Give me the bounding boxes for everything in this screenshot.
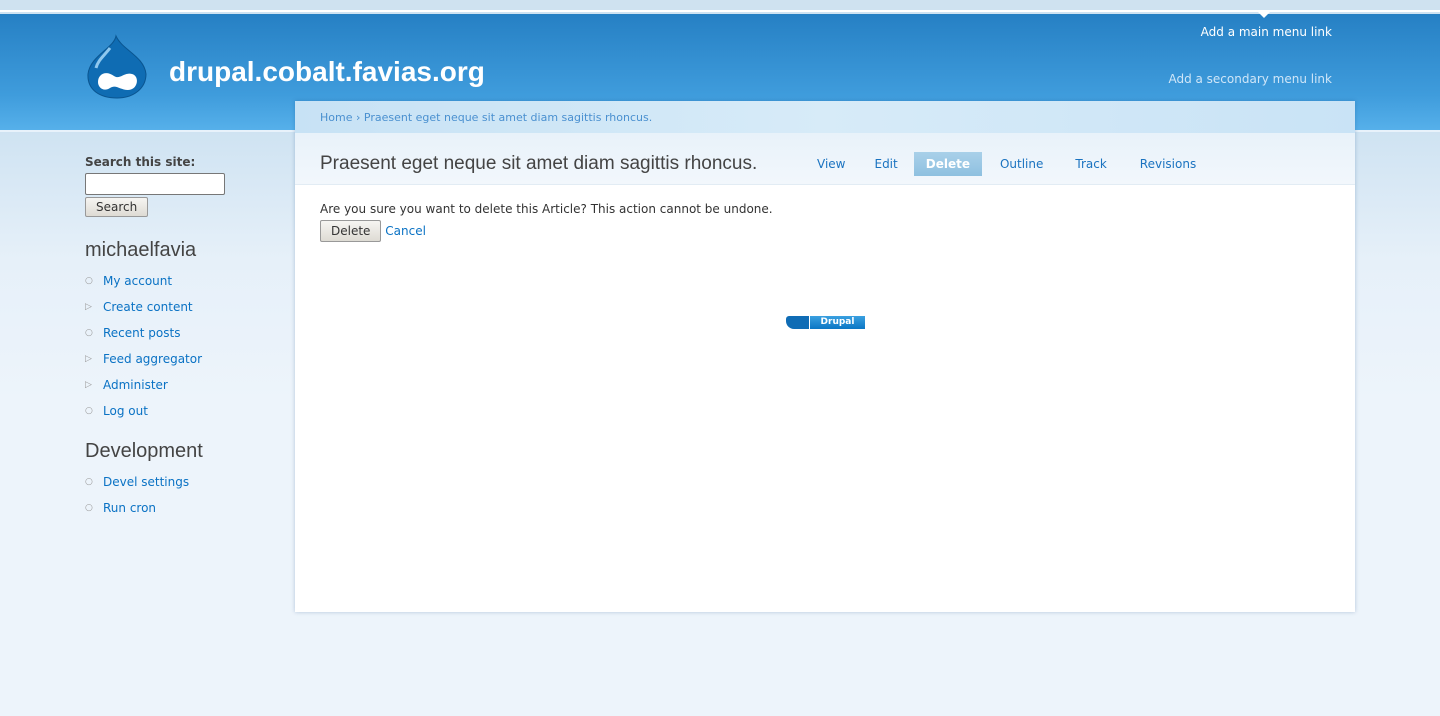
breadcrumb: Home › Praesent eget neque sit amet diam… (295, 101, 1355, 133)
search-input[interactable] (85, 173, 225, 195)
menu-item-run-cron[interactable]: ○Run cron (85, 501, 285, 527)
tab-revisions[interactable]: Revisions (1127, 152, 1209, 176)
triangle-bullet-icon: ▷ (85, 300, 103, 312)
menu-link[interactable]: Administer (103, 378, 168, 392)
triangle-bullet-icon: ▷ (85, 352, 103, 364)
breadcrumb-separator: › (356, 111, 360, 124)
drupal-drop-icon (786, 316, 809, 329)
cancel-link[interactable]: Cancel (385, 224, 426, 238)
search-label: Search this site: (85, 155, 285, 169)
menu-link[interactable]: Run cron (103, 501, 156, 515)
title-row: Praesent eget neque sit amet diam sagitt… (295, 133, 1355, 185)
confirm-text: Are you sure you want to delete this Art… (320, 202, 1330, 216)
tab-outline[interactable]: Outline (987, 152, 1056, 176)
user-block-title: michaelfavia (85, 239, 285, 262)
top-strip (0, 0, 1440, 12)
menu-link[interactable]: Create content (103, 300, 193, 314)
dev-block-title: Development (85, 440, 285, 463)
sidebar: Search this site: Search michaelfavia ○M… (85, 155, 285, 527)
menu-item-create-content[interactable]: ▷Create content (85, 300, 285, 326)
circle-bullet-icon: ○ (85, 326, 103, 338)
delete-button[interactable]: Delete (320, 220, 381, 242)
menu-link[interactable]: My account (103, 274, 172, 288)
powered-by-drupal-badge[interactable]: Drupal (786, 316, 865, 329)
circle-bullet-icon: ○ (85, 274, 103, 286)
menu-item-my-account[interactable]: ○My account (85, 274, 285, 300)
triangle-bullet-icon: ▷ (85, 378, 103, 390)
menu-link[interactable]: Feed aggregator (103, 352, 202, 366)
menu-item-log-out[interactable]: ○Log out (85, 404, 285, 430)
main-content: Home › Praesent eget neque sit amet diam… (295, 101, 1355, 612)
menu-item-feed-aggregator[interactable]: ▷Feed aggregator (85, 352, 285, 378)
tab-edit[interactable]: Edit (861, 152, 910, 176)
tabs: View Edit Delete Outline Track Revisions (804, 152, 1212, 176)
main-menu-link[interactable]: Add a main menu link (1201, 25, 1332, 39)
drupal-logo-icon[interactable] (86, 34, 148, 104)
site-name[interactable]: drupal.cobalt.favias.org (169, 56, 485, 88)
circle-bullet-icon: ○ (85, 475, 103, 487)
circle-bullet-icon: ○ (85, 501, 103, 513)
menu-item-recent-posts[interactable]: ○Recent posts (85, 326, 285, 352)
menu-item-administer[interactable]: ▷Administer (85, 378, 285, 404)
menu-item-devel-settings[interactable]: ○Devel settings (85, 475, 285, 501)
breadcrumb-current[interactable]: Praesent eget neque sit amet diam sagitt… (364, 111, 652, 124)
confirm-form: Are you sure you want to delete this Art… (295, 185, 1355, 259)
menu-link[interactable]: Log out (103, 404, 148, 418)
tab-delete[interactable]: Delete (914, 152, 982, 176)
menu-link[interactable]: Recent posts (103, 326, 180, 340)
breadcrumb-home[interactable]: Home (320, 111, 352, 124)
circle-bullet-icon: ○ (85, 404, 103, 416)
search-button[interactable]: Search (85, 197, 148, 217)
menu-link[interactable]: Devel settings (103, 475, 189, 489)
tab-track[interactable]: Track (1062, 152, 1119, 176)
page-title: Praesent eget neque sit amet diam sagitt… (320, 153, 757, 175)
tab-view[interactable]: View (804, 152, 858, 176)
powered-by-label: Drupal (810, 316, 865, 329)
secondary-menu-link[interactable]: Add a secondary menu link (1168, 72, 1332, 86)
